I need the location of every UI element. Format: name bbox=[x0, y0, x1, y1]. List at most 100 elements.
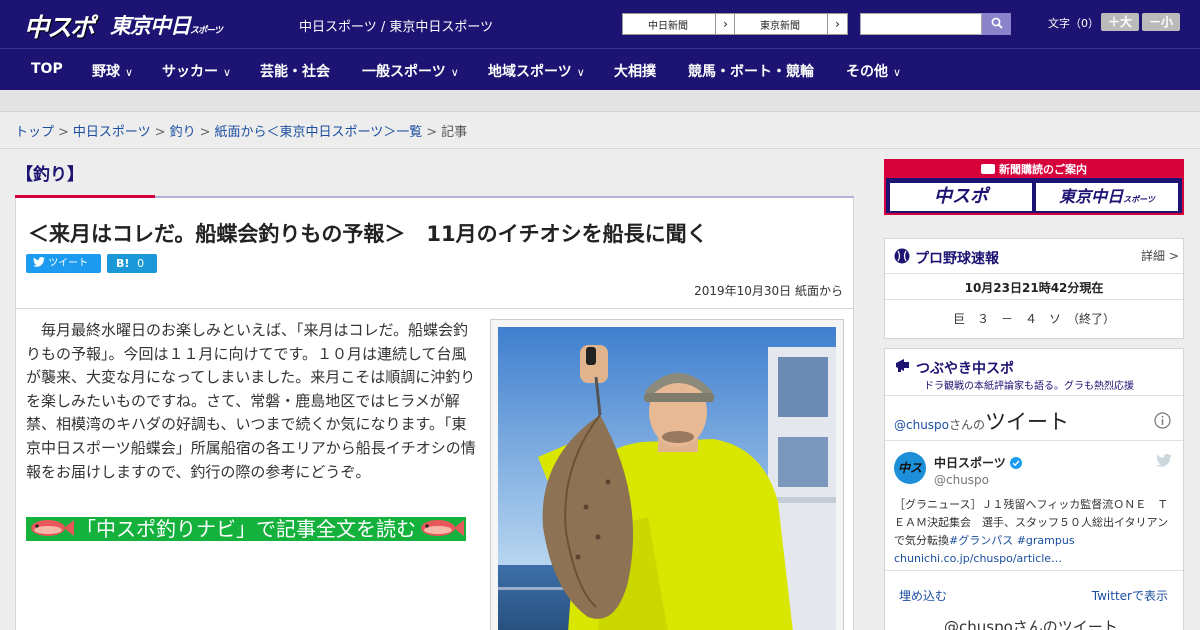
chevron-right-icon: › bbox=[715, 14, 735, 34]
chevron-down-icon: ∨ bbox=[893, 66, 902, 79]
chuspo-logo[interactable]: 中スポ bbox=[24, 8, 95, 42]
nav-others[interactable]: その他 ∨ bbox=[846, 61, 901, 81]
nav-general-sports[interactable]: 一般スポーツ ∨ bbox=[362, 61, 459, 81]
fishing-navi-link[interactable]: 「中スポ釣りナビ」で記事全文を読む bbox=[26, 514, 478, 545]
section-rule bbox=[155, 196, 854, 198]
tweet-hashtags[interactable]: #グランパス #grampus bbox=[949, 534, 1075, 547]
header-spacer bbox=[0, 90, 1200, 112]
tokyo-logo-main: 東京中日 bbox=[110, 14, 191, 38]
view-on-twitter-link[interactable]: Twitterで表示 bbox=[1092, 587, 1168, 604]
baseball-more-link[interactable]: 詳細 > bbox=[1141, 247, 1179, 264]
chevron-down-icon: ∨ bbox=[223, 66, 232, 79]
nav-label: TOP bbox=[31, 61, 63, 77]
nav-label: 芸能・社会 bbox=[260, 64, 330, 80]
nav-label: 大相撲 bbox=[614, 64, 656, 80]
article-body: 毎月最終水曜日のお楽しみといえば、「来月はコレだ。船蝶会釣りもの予報」。今回は１… bbox=[26, 321, 476, 481]
breadcrumb-separator: > bbox=[426, 125, 438, 140]
subscription-banner[interactable]: 新聞購読のご案内 中スポ 東京中日スポーツ bbox=[884, 159, 1184, 215]
tweet-handle[interactable]: @chuspo bbox=[934, 473, 989, 487]
article-title: ＜来月はコレだ。船蝶会釣りもの予報＞ 11月のイチオシを船長に聞く bbox=[28, 222, 708, 246]
subscription-heading: 新聞購読のご案内 bbox=[886, 161, 1182, 178]
font-larger-button[interactable]: ＋大 bbox=[1101, 13, 1139, 31]
baseball-title: プロ野球速報 bbox=[915, 251, 999, 267]
info-icon[interactable] bbox=[1154, 412, 1171, 429]
chuspo-avatar[interactable]: 中スポ bbox=[894, 452, 926, 484]
chuspo-subscribe-logo[interactable]: 中スポ bbox=[890, 183, 1032, 211]
breadcrumb-current: 記事 bbox=[441, 125, 468, 140]
chuspo-avatar-text: 中スポ bbox=[897, 461, 922, 475]
search-button[interactable] bbox=[982, 13, 1011, 35]
tweet-footer-link[interactable]: @chuspoさんのツイート bbox=[944, 616, 1118, 630]
nav-label: 競馬・ボート・競輪 bbox=[688, 64, 814, 80]
breadcrumb-paper-list[interactable]: 紙面から＜東京中日スポーツ＞一覧 bbox=[215, 125, 423, 140]
divider bbox=[885, 570, 1183, 571]
tokyo-logo-sub: スポーツ bbox=[190, 26, 223, 36]
baseball-score[interactable]: 巨 ３ － ４ ソ （終了） bbox=[885, 310, 1183, 327]
chevron-down-icon: ∨ bbox=[125, 66, 134, 79]
chunichi-shimbun-link[interactable]: 中日新聞 › bbox=[622, 13, 736, 35]
divider bbox=[885, 273, 1183, 274]
chevron-down-icon: ∨ bbox=[450, 66, 459, 79]
divider bbox=[885, 395, 1183, 396]
timeline-handle[interactable]: @chuspo bbox=[894, 418, 949, 432]
tokyo-subscribe-sub: スポーツ bbox=[1123, 195, 1155, 204]
main-nav: TOP 野球 ∨ サッカー ∨ 芸能・社会 一般スポーツ ∨ 地域スポーツ ∨ 大相撲 … bbox=[0, 48, 1200, 90]
article-photo[interactable] bbox=[498, 327, 836, 630]
tokyo-shimbun-link[interactable]: 東京新聞 › bbox=[734, 13, 848, 35]
breadcrumb-fishing[interactable]: 釣り bbox=[170, 125, 196, 140]
timeline-label: ツイート bbox=[985, 410, 1070, 434]
tokyo-subscribe-main: 東京中日 bbox=[1059, 187, 1124, 206]
tokyo-chunichi-logo[interactable]: 東京中日スポーツ bbox=[110, 10, 223, 40]
tweet-text: ［グラニュース］Ｊ１残留へフィッカ監督流ＯＮＥ ＴＥＡＭ決起集会 選手、スタッフ… bbox=[894, 496, 1176, 568]
nav-regional-sports[interactable]: 地域スポーツ ∨ bbox=[488, 61, 585, 81]
divider bbox=[16, 308, 853, 309]
nav-label: 一般スポーツ bbox=[362, 64, 446, 80]
baseball-updated: 10月23日21時42分現在 bbox=[964, 281, 1104, 295]
breadcrumb-top[interactable]: トップ bbox=[15, 125, 54, 140]
divider bbox=[0, 148, 1200, 149]
nav-label: サッカー bbox=[162, 64, 218, 80]
article-date: 2019年10月30日 紙面から bbox=[694, 284, 843, 298]
megaphone-icon bbox=[896, 359, 909, 372]
breadcrumb-separator: > bbox=[58, 125, 69, 140]
nav-sumo[interactable]: 大相撲 bbox=[614, 61, 656, 81]
fishing-navi-highlight: 「中スポ釣りナビ」で記事全文を読む bbox=[26, 517, 466, 541]
chevron-right-icon: › bbox=[827, 14, 847, 34]
twitter-bird-icon bbox=[33, 256, 45, 267]
breadcrumb-chunichi-sports[interactable]: 中日スポーツ bbox=[73, 125, 151, 140]
font-size-label: 文字（0） bbox=[1048, 17, 1099, 30]
nav-label: 地域スポーツ bbox=[488, 64, 572, 80]
search-input[interactable] bbox=[860, 13, 982, 35]
divider bbox=[885, 299, 1183, 300]
chevron-down-icon: ∨ bbox=[576, 66, 585, 79]
font-smaller-button[interactable]: －小 bbox=[1142, 13, 1180, 31]
breadcrumb: トップ > 中日スポーツ > 釣り > 紙面から＜東京中日スポーツ＞一覧 > 記事 bbox=[15, 121, 467, 140]
tokyo-subscribe-logo[interactable]: 東京中日スポーツ bbox=[1036, 183, 1178, 211]
embed-link[interactable]: 埋め込む bbox=[899, 587, 947, 604]
top-header: 中スポ 東京中日スポーツ 中日スポーツ / 東京中日スポーツ 中日新聞 › 東京… bbox=[0, 0, 1200, 48]
hatena-bookmark-button[interactable]: B! 0 bbox=[107, 254, 157, 273]
fishing-navi-label: 「中スポ釣りナビ」で記事全文を読む bbox=[76, 517, 416, 541]
nav-soccer[interactable]: サッカー ∨ bbox=[162, 61, 231, 81]
search-icon bbox=[991, 17, 1003, 29]
nav-top[interactable]: TOP bbox=[31, 61, 63, 77]
tsubuyaki-title: つぶやき中スポ bbox=[916, 361, 1014, 377]
hatena-icon: B! bbox=[116, 257, 130, 270]
tweet-button[interactable]: ツイート bbox=[26, 254, 101, 273]
tweet-author-name: 中日スポーツ bbox=[934, 456, 1006, 470]
nav-label: 野球 bbox=[92, 64, 120, 80]
verified-badge-icon bbox=[1009, 457, 1022, 469]
site-title: 中日スポーツ / 東京中日スポーツ bbox=[299, 20, 494, 35]
hatena-count: 0 bbox=[137, 257, 145, 270]
divider bbox=[885, 440, 1183, 441]
section-label: 【釣り】 bbox=[16, 165, 84, 185]
tweet-url[interactable]: chunichi.co.jp/chuspo/article… bbox=[894, 552, 1062, 565]
timeline-suffix: さんの bbox=[949, 418, 986, 432]
tweet-author[interactable]: 中日スポーツ bbox=[934, 454, 1022, 471]
sea-bream-icon bbox=[31, 520, 74, 536]
nav-baseball[interactable]: 野球 ∨ bbox=[92, 61, 133, 81]
chunichi-shimbun-label: 中日新聞 bbox=[648, 21, 688, 32]
nav-entertainment[interactable]: 芸能・社会 bbox=[260, 61, 330, 81]
nav-racing[interactable]: 競馬・ボート・競輪 bbox=[688, 61, 814, 81]
breadcrumb-separator: > bbox=[154, 125, 166, 140]
